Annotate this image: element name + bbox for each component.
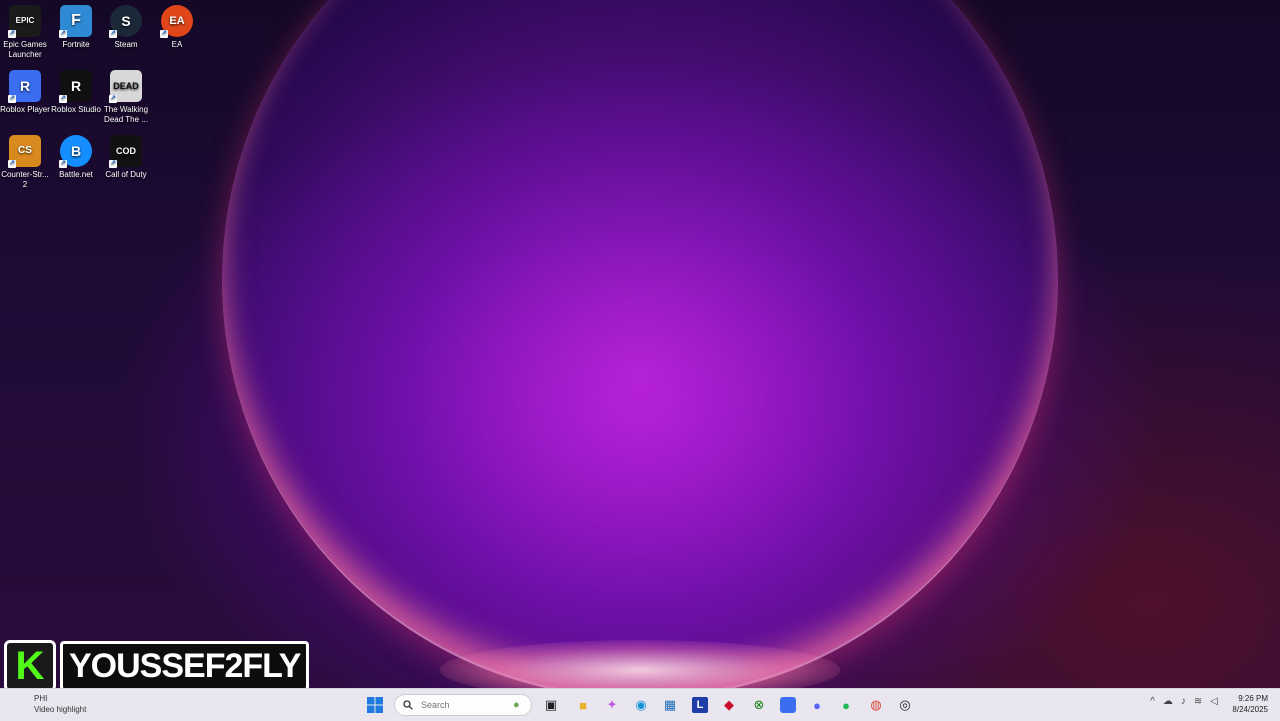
- taskbar-search[interactable]: ●: [394, 694, 532, 716]
- file-explorer-icon: ■: [579, 697, 587, 713]
- capture-button[interactable]: ◎: [894, 694, 916, 716]
- icon-label: Call of Duty: [105, 170, 147, 179]
- taskbar: PHI Video highlight ● ▣ ■ ✦ ◉ ▦ L ◆ ⊗ ● …: [0, 688, 1280, 721]
- icon-label: Battle.net: [59, 170, 93, 179]
- chevron-up-icon[interactable]: ^: [1150, 696, 1155, 707]
- streamer-name: YOUSSEF2FLY: [60, 641, 310, 691]
- roblox-taskbar-button[interactable]: [777, 694, 799, 716]
- call-of-duty-icon: COD ↗: [109, 135, 142, 168]
- desktop-icon-epic-games[interactable]: EPIC ↗ Epic Games Launcher: [0, 5, 50, 60]
- copilot-icon: ✦: [606, 697, 618, 712]
- xbox-icon: ⊗: [753, 697, 765, 712]
- discord-button[interactable]: ●: [806, 694, 828, 716]
- desktop-icon-call-of-duty[interactable]: COD ↗ Call of Duty: [101, 135, 151, 180]
- shortcut-arrow-icon: ↗: [109, 95, 117, 103]
- file-explorer-button[interactable]: ■: [572, 694, 594, 716]
- mcafee-button[interactable]: ◆: [718, 694, 740, 716]
- icon-label: EA: [171, 40, 183, 49]
- clock[interactable]: 9:26 PM 8/24/2025: [1232, 693, 1268, 715]
- weather-title: PHI: [34, 694, 48, 703]
- icon-label: Epic Games Launcher: [3, 40, 47, 59]
- icon-label: Fortnite: [62, 40, 90, 49]
- start-button[interactable]: [364, 694, 386, 716]
- discord-icon: ●: [813, 697, 821, 713]
- desktop-icon-roblox-studio[interactable]: R ↗ Roblox Studio: [51, 70, 101, 115]
- chrome-button[interactable]: ◍: [865, 694, 887, 716]
- wifi-icon[interactable]: ≋: [1194, 696, 1202, 707]
- desktop-icon-steam[interactable]: S ↗ Steam: [101, 5, 151, 50]
- store-button[interactable]: ▦: [659, 694, 681, 716]
- kick-logo-icon: K: [4, 640, 56, 692]
- weather-widget[interactable]: PHI Video highlight: [12, 693, 86, 715]
- roblox-studio-icon: R ↗: [59, 70, 92, 103]
- shortcut-arrow-icon: ↗: [109, 160, 117, 168]
- search-icon: [403, 700, 413, 710]
- shortcut-arrow-icon: ↗: [160, 30, 168, 38]
- ea-icon: EA ↗: [160, 5, 193, 38]
- edge-icon: ◉: [635, 697, 647, 712]
- shortcut-arrow-icon: ↗: [8, 160, 16, 168]
- shortcut-arrow-icon: ↗: [59, 160, 67, 168]
- weather-subtitle: Video highlight: [34, 705, 87, 714]
- desktop-icon-counter-strike[interactable]: CS ↗ Counter-Str... 2: [0, 135, 50, 190]
- shortcut-arrow-icon: ↗: [109, 30, 117, 38]
- onedrive-icon[interactable]: ☁: [1163, 696, 1173, 707]
- icon-label: Roblox Studio: [51, 105, 101, 114]
- wallpaper-orb: [222, 0, 1058, 688]
- search-input[interactable]: [419, 699, 513, 711]
- steam-icon: S ↗: [109, 5, 142, 38]
- epic-games-icon: EPIC ↗: [8, 5, 41, 38]
- desktop-icon-battle-net[interactable]: B ↗ Battle.net: [51, 135, 101, 180]
- system-tray: ^ ☁ ♪ ≋ ◁: [1150, 696, 1218, 707]
- walking-dead-icon: DEAD ↗: [109, 70, 142, 103]
- clock-date: 8/24/2025: [1232, 705, 1268, 714]
- spotify-button[interactable]: ●: [835, 694, 857, 716]
- microphone-icon[interactable]: ♪: [1181, 696, 1186, 707]
- mcafee-icon: ◆: [724, 697, 734, 712]
- start-icon: [367, 697, 383, 713]
- l-app-icon: L: [692, 697, 708, 713]
- shortcut-arrow-icon: ↗: [8, 30, 16, 38]
- roblox-player-icon: R ↗: [8, 70, 41, 103]
- task-view-icon: ▣: [544, 697, 558, 712]
- shortcut-arrow-icon: ↗: [8, 95, 16, 103]
- desktop-icon-ea[interactable]: EA ↗ EA: [152, 5, 202, 50]
- task-view-button[interactable]: ▣: [540, 694, 562, 716]
- icon-label: Roblox Player: [0, 105, 50, 114]
- shortcut-arrow-icon: ↗: [59, 95, 67, 103]
- spotify-icon: ●: [842, 697, 850, 713]
- volume-icon[interactable]: ◁: [1210, 696, 1218, 707]
- icon-label: The Walking Dead The ...: [103, 105, 149, 124]
- icon-label: Steam: [114, 40, 138, 49]
- desktop-wallpaper: [0, 0, 1280, 688]
- clock-time: 9:26 PM: [1238, 694, 1268, 703]
- search-highlight-icon: ●: [513, 699, 520, 711]
- desktop-icon-walking-dead[interactable]: DEAD ↗ The Walking Dead The ...: [101, 70, 151, 125]
- roblox-icon: [780, 697, 796, 713]
- capture-icon: ◎: [899, 697, 911, 712]
- xbox-button[interactable]: ⊗: [748, 694, 770, 716]
- counter-strike-icon: CS ↗: [8, 135, 41, 168]
- l-app-button[interactable]: L: [689, 694, 711, 716]
- battle-net-icon: B ↗: [59, 135, 92, 168]
- edge-button[interactable]: ◉: [630, 694, 652, 716]
- streamer-watermark: K YOUSSEF2FLY: [4, 638, 310, 694]
- store-icon: ▦: [663, 697, 677, 712]
- icon-label: Counter-Str... 2: [1, 170, 49, 189]
- desktop-icon-fortnite[interactable]: F ↗ Fortnite: [51, 5, 101, 50]
- desktop-icon-roblox-player[interactable]: R ↗ Roblox Player: [0, 70, 50, 115]
- copilot-button[interactable]: ✦: [601, 694, 623, 716]
- chrome-icon: ◍: [870, 697, 882, 712]
- shortcut-arrow-icon: ↗: [59, 30, 67, 38]
- fortnite-icon: F ↗: [59, 5, 92, 38]
